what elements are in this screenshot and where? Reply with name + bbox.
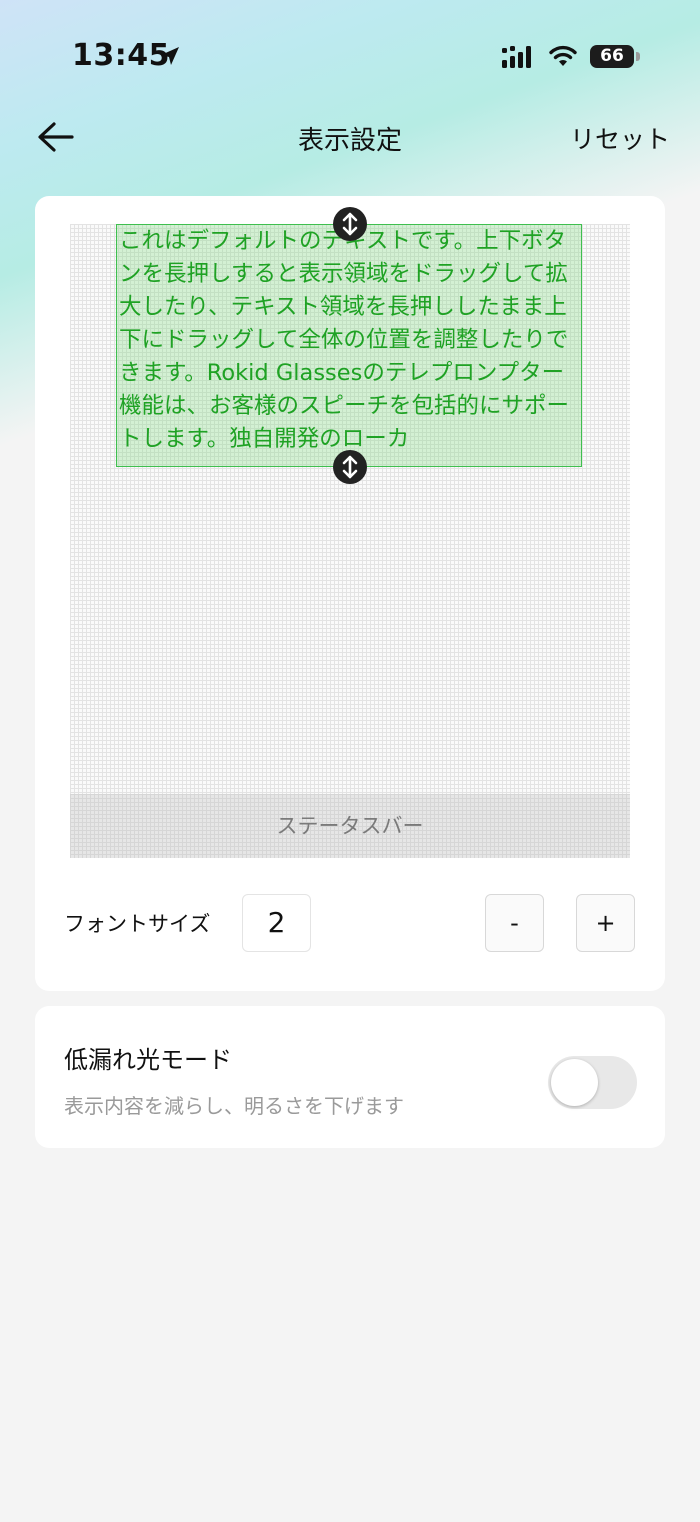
vertical-resize-icon: [342, 455, 358, 479]
low-leak-mode-description: 表示内容を減らし、明るさを下げます: [64, 1094, 404, 1118]
vertical-resize-icon: [342, 212, 358, 236]
display-preview-card: これはデフォルトのテキストです。上下ボタンを長押しすると表示領域をドラッグして拡…: [35, 196, 665, 991]
low-leak-mode-toggle[interactable]: [548, 1056, 637, 1109]
low-leak-mode-title: 低漏れ光モード: [64, 1046, 232, 1074]
battery-icon: 66: [590, 45, 634, 68]
navigation-bar: 表示設定 リセット: [0, 110, 700, 164]
font-size-value: 2: [242, 894, 311, 952]
battery-level: 66: [600, 46, 624, 66]
decrease-font-button[interactable]: -: [485, 894, 544, 952]
system-status-bar: 13:45 66: [0, 0, 700, 110]
status-time: 13:45: [72, 38, 170, 73]
increase-font-button[interactable]: +: [576, 894, 635, 952]
toggle-knob: [551, 1059, 598, 1106]
low-leak-mode-card: 低漏れ光モード 表示内容を減らし、明るさを下げます: [35, 1006, 665, 1148]
text-display-region[interactable]: これはデフォルトのテキストです。上下ボタンを長押しすると表示領域をドラッグして拡…: [116, 224, 582, 467]
battery-tip: [636, 52, 640, 61]
display-preview-area: これはデフォルトのテキストです。上下ボタンを長押しすると表示領域をドラッグして拡…: [70, 207, 630, 858]
wifi-icon: [549, 45, 577, 66]
reset-button[interactable]: リセット: [570, 120, 670, 156]
preview-status-bar: ステータスバー: [70, 794, 630, 858]
top-resize-handle[interactable]: [333, 207, 367, 241]
sample-text: これはデフォルトのテキストです。上下ボタンを長押しすると表示領域をドラッグして拡…: [119, 228, 570, 452]
font-size-label: フォントサイズ: [64, 912, 211, 936]
signal-icon: [502, 46, 531, 68]
location-arrow-icon: [161, 47, 179, 65]
bottom-resize-handle[interactable]: [333, 450, 367, 484]
